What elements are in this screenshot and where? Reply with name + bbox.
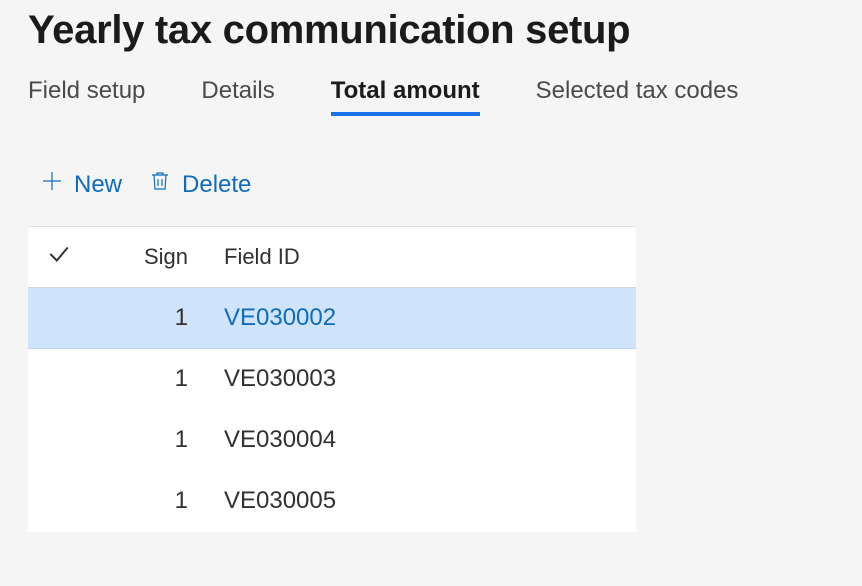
page-title: Yearly tax communication setup [28, 0, 834, 77]
cell-sign: 1 [86, 471, 206, 532]
table-row[interactable]: 1VE030005 [28, 471, 636, 532]
row-select-cell[interactable] [28, 349, 86, 410]
row-select-cell[interactable] [28, 471, 86, 532]
column-header-sign[interactable]: Sign [86, 227, 206, 288]
tab-total-amount[interactable]: Total amount [331, 77, 480, 119]
tab-list: Field setup Details Total amount Selected t… [28, 77, 834, 119]
tab-field-setup[interactable]: Field setup [28, 77, 145, 119]
table-row[interactable]: 1VE030002 [28, 288, 636, 349]
tab-selected-tax-codes[interactable]: Selected tax codes [536, 77, 739, 119]
new-button-label: New [74, 171, 122, 199]
cell-field-id: VE030005 [206, 471, 636, 532]
plus-icon [40, 169, 64, 200]
trash-icon [148, 169, 172, 200]
column-header-select[interactable] [28, 227, 86, 288]
row-select-cell[interactable] [28, 288, 86, 349]
delete-button-label: Delete [182, 171, 251, 199]
new-button[interactable]: New [32, 165, 130, 204]
table-row[interactable]: 1VE030004 [28, 410, 636, 471]
cell-sign: 1 [86, 349, 206, 410]
data-grid: Sign Field ID 1VE0300021VE0300031VE03000… [28, 226, 636, 532]
column-header-field-id[interactable]: Field ID [206, 227, 636, 288]
cell-field-id: VE030003 [206, 349, 636, 410]
cell-field-id: VE030004 [206, 410, 636, 471]
delete-button[interactable]: Delete [140, 165, 259, 204]
cell-sign: 1 [86, 410, 206, 471]
table-row[interactable]: 1VE030003 [28, 349, 636, 410]
cell-sign: 1 [86, 288, 206, 349]
tab-details[interactable]: Details [201, 77, 274, 119]
cell-field-id[interactable]: VE030002 [206, 288, 636, 349]
row-select-cell[interactable] [28, 410, 86, 471]
check-icon [46, 247, 72, 272]
toolbar: New Delete [28, 119, 834, 226]
